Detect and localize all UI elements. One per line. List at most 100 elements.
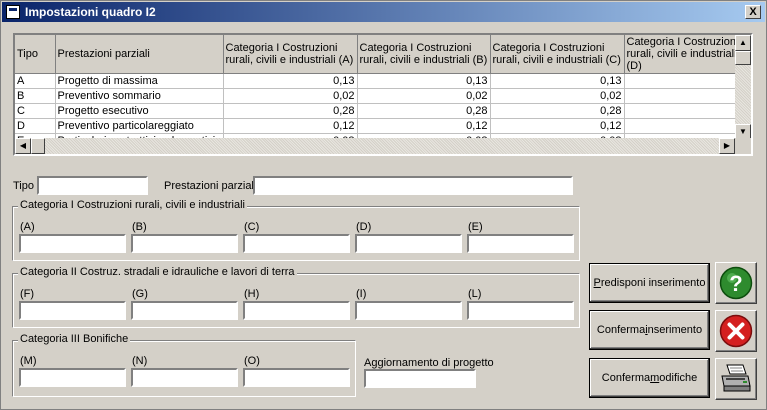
field-m-input[interactable] — [19, 368, 126, 387]
cell-c[interactable]: 0,13 — [490, 73, 625, 89]
field-b-input[interactable] — [131, 234, 238, 253]
cell-b[interactable]: 0,13 — [357, 73, 491, 89]
table-row[interactable]: B Preventivo sommario 0,02 0,02 0,02 0 — [15, 88, 745, 104]
conferma-ins-label-pre: Conferma — [596, 324, 646, 336]
field-d-input[interactable] — [355, 234, 462, 253]
field-f-label: (F) — [20, 288, 35, 300]
field-h-input[interactable] — [243, 301, 350, 320]
printer-icon — [721, 364, 751, 392]
cell-prestazione[interactable]: Preventivo sommario — [55, 88, 224, 104]
cell-b[interactable]: 0,02 — [357, 88, 491, 104]
field-c-label: (C) — [244, 221, 260, 233]
window-title: Impostazioni quadro I2 — [25, 5, 156, 19]
cell-tipo[interactable]: A — [15, 73, 56, 89]
aggiornamento-input[interactable] — [364, 369, 476, 388]
column-header-cat-c[interactable]: Categoria I Costruzioni rurali, civili e… — [490, 35, 625, 74]
field-b-label: (B) — [132, 221, 147, 233]
cell-tipo[interactable]: C — [15, 103, 56, 119]
question-icon: ? — [719, 266, 753, 300]
scroll-right-icon[interactable]: ▶ — [719, 138, 735, 154]
tipo-label: Tipo — [13, 180, 34, 192]
field-i-input[interactable] — [355, 301, 462, 320]
conferma-mod-accel: m — [650, 372, 660, 384]
print-button[interactable] — [715, 358, 757, 400]
categoria-iii-legend: Categoria III Bonifiche — [18, 333, 131, 345]
close-button[interactable]: X — [745, 5, 761, 19]
cell-b[interactable]: 0,12 — [357, 118, 491, 134]
predisponi-accel: P — [593, 277, 601, 289]
column-header-cat-b[interactable]: Categoria I Costruzioni rurali, civili e… — [357, 35, 491, 74]
field-n-input[interactable] — [131, 368, 238, 387]
categoria-ii-legend: Categoria II Costruz. stradali e idrauli… — [18, 266, 297, 278]
tipo-input[interactable] — [37, 176, 148, 195]
scroll-up-icon[interactable]: ▲ — [735, 35, 751, 51]
cell-d[interactable] — [624, 103, 745, 119]
cell-d[interactable] — [624, 73, 745, 89]
vertical-scrollbar[interactable]: ▲ ▼ — [735, 35, 751, 140]
column-header-tipo[interactable]: Tipo — [15, 35, 56, 74]
table-row[interactable]: C Progetto esecutivo 0,28 0,28 0,28 — [15, 103, 745, 119]
cell-a[interactable]: 0,12 — [223, 118, 358, 134]
conferma-modifiche-button[interactable]: Conferma m odifiche — [589, 358, 710, 398]
field-c-input[interactable] — [243, 234, 350, 253]
predisponi-inserimento-button[interactable]: Predisponi inserimento — [589, 263, 710, 303]
prestazioni-input[interactable] — [253, 176, 573, 195]
field-g-input[interactable] — [131, 301, 238, 320]
conferma-mod-label-post: odifiche — [659, 372, 698, 384]
table-row[interactable]: A Progetto di massima 0,13 0,13 0,13 — [15, 73, 745, 89]
field-n-label: (N) — [132, 355, 148, 367]
column-header-prestazioni[interactable]: Prestazioni parziali — [55, 35, 224, 74]
cell-tipo[interactable]: D — [15, 118, 56, 134]
dialog-window: Impostazioni quadro I2 X Tipo Prestazion… — [0, 0, 767, 410]
column-header-cat-a[interactable]: Categoria I Costruzioni rurali, civili e… — [223, 35, 358, 74]
cell-prestazione[interactable]: Preventivo particolareggiato — [55, 118, 224, 134]
cancel-button[interactable] — [715, 310, 757, 352]
field-e-label: (E) — [468, 221, 483, 233]
cell-c[interactable]: 0,28 — [490, 103, 625, 119]
field-o-input[interactable] — [243, 368, 350, 387]
conferma-mod-label-pre: Conferma — [601, 372, 651, 384]
data-grid[interactable]: Tipo Prestazioni parziali Categoria I Co… — [13, 33, 753, 156]
field-d-label: (D) — [356, 221, 372, 233]
conferma-ins-label-post: nserimento — [647, 324, 703, 336]
cell-a[interactable]: 0,02 — [223, 88, 358, 104]
cell-a[interactable]: 0,13 — [223, 73, 358, 89]
predisponi-label-post: redisponi inserimento — [600, 277, 706, 289]
field-a-label: (A) — [20, 221, 35, 233]
categoria-i-legend: Categoria I Costruzioni rurali, civili e… — [18, 199, 247, 211]
cell-prestazione[interactable]: Progetto di massima — [55, 73, 224, 89]
field-h-label: (H) — [244, 288, 260, 300]
scroll-left-icon[interactable]: ◀ — [15, 138, 31, 154]
field-f-input[interactable] — [19, 301, 126, 320]
title-bar: Impostazioni quadro I2 X — [2, 2, 765, 22]
field-g-label: (G) — [132, 288, 148, 300]
field-i-label: (I) — [356, 288, 367, 300]
cell-a[interactable]: 0,28 — [223, 103, 358, 119]
cell-b[interactable]: 0,28 — [357, 103, 491, 119]
app-icon — [6, 5, 20, 19]
conferma-inserimento-button[interactable]: Conferma i nserimento — [589, 310, 710, 350]
cell-tipo[interactable]: B — [15, 88, 56, 104]
cancel-icon — [719, 314, 753, 348]
cell-d[interactable]: 0 — [624, 118, 745, 134]
cell-d[interactable]: 0 — [624, 88, 745, 104]
help-button[interactable]: ? — [715, 262, 757, 304]
svg-text:?: ? — [729, 271, 742, 296]
aggiornamento-label: Aggiornamento di progetto — [364, 357, 494, 369]
scrollbar-corner — [735, 138, 751, 154]
field-l-input[interactable] — [467, 301, 574, 320]
cell-prestazione[interactable]: Progetto esecutivo — [55, 103, 224, 119]
cell-c[interactable]: 0,02 — [490, 88, 625, 104]
field-l-label: (L) — [468, 288, 482, 300]
cell-c[interactable]: 0,12 — [490, 118, 625, 134]
prestazioni-label: Prestazioni parziali — [164, 180, 257, 192]
horizontal-scroll-thumb[interactable] — [31, 138, 45, 154]
field-e-input[interactable] — [467, 234, 574, 253]
field-o-label: (O) — [244, 355, 260, 367]
field-a-input[interactable] — [19, 234, 126, 253]
table-row[interactable]: D Preventivo particolareggiato 0,12 0,12… — [15, 118, 745, 134]
vertical-scroll-thumb[interactable] — [735, 51, 751, 65]
field-m-label: (M) — [20, 355, 37, 367]
horizontal-scrollbar[interactable]: ◀ ▶ — [15, 138, 735, 154]
column-header-cat-d[interactable]: Categoria I Costruzioni rurali, civili e… — [624, 35, 745, 74]
